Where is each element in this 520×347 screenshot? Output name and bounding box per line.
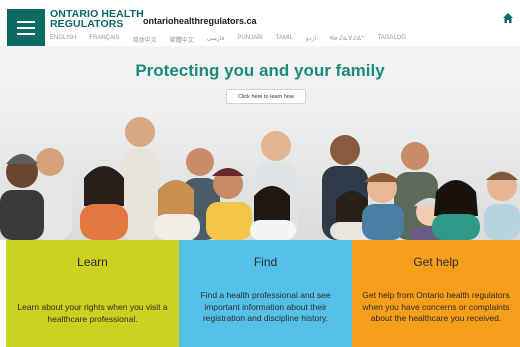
menu-line [17, 26, 35, 29]
brand-line-2: REGULATORS [50, 18, 124, 30]
site-domain: ontariohealthregulators.ca [143, 16, 257, 26]
lang-tagalog[interactable]: TAGALOG [378, 35, 407, 44]
hero-title: Protecting you and your family [135, 61, 385, 80]
menu-line [17, 32, 35, 35]
lang-farsi[interactable]: فارسی [207, 35, 225, 44]
lang-oji-cree[interactable]: ᐊᓂᔑᓈᐯᒧᐎᓐ [329, 35, 364, 44]
lang-punjabi[interactable]: PUNJABI [237, 35, 262, 44]
learn-panel[interactable]: Learn Learn about your rights when you v… [6, 240, 179, 347]
find-title: Find [253, 255, 278, 269]
lang-traditional-chinese[interactable]: 繁體中文 [170, 35, 194, 44]
language-bar: ENGLISH FRANÇAIS 简体中文 繁體中文 فارسی PUNJABI… [50, 35, 406, 44]
menu-line [17, 20, 35, 23]
site-header: ONTARIO HEALTH REGULATORS ontariohealthr… [0, 0, 520, 47]
learn-how-button[interactable]: Click here to learn how [226, 89, 306, 104]
get-help-title: Get help [413, 255, 459, 269]
find-text: Find a health professional and see impor… [200, 290, 331, 323]
lang-urdu[interactable]: اردو [306, 35, 316, 44]
menu-button[interactable] [7, 9, 45, 46]
lang-tamil[interactable]: TAMIL [276, 35, 293, 44]
learn-text: Learn about your rights when you visit a… [17, 302, 168, 324]
learn-title: Learn [77, 255, 108, 269]
lang-simplified-chinese[interactable]: 简体中文 [133, 35, 157, 44]
get-help-text: Get help from Ontario health regulators … [362, 290, 510, 323]
get-help-panel[interactable]: Get help Get help from Ontario health re… [352, 240, 520, 347]
hero-section: Protecting you and your family Click her… [0, 46, 520, 240]
lang-french[interactable]: FRANÇAIS [89, 35, 119, 44]
home-icon[interactable] [502, 12, 514, 24]
find-panel[interactable]: Find Find a health professional and see … [179, 240, 352, 347]
site-logo[interactable]: ONTARIO HEALTH REGULATORS [50, 9, 144, 30]
lang-english[interactable]: ENGLISH [50, 35, 76, 44]
